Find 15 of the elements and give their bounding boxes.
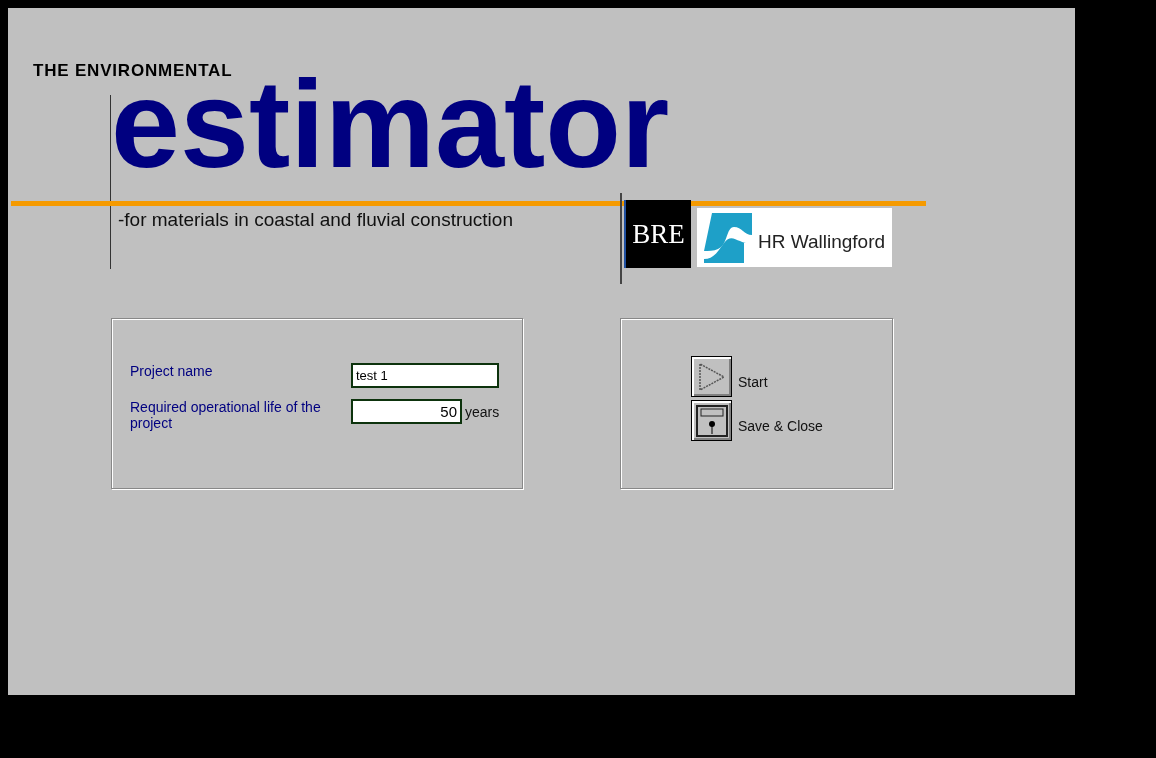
text-field[interactable]: 50 — [351, 399, 462, 424]
field-label: Required operational life of the project — [130, 399, 322, 432]
play-button[interactable] — [691, 356, 732, 397]
button-label: Start — [738, 373, 768, 392]
logo-subtitle: -for materials in coastal and fluvial construction — [118, 208, 513, 232]
bre-logo: BRE — [624, 200, 691, 268]
field-label: Project name — [130, 363, 214, 380]
play-icon — [697, 361, 726, 392]
hr-wallingford-logo: HR Wallingford — [697, 208, 892, 267]
button-label: Save & Close — [738, 417, 823, 436]
unit-label: years — [465, 403, 500, 422]
wave-icon — [704, 212, 752, 263]
logo-overline: THE ENVIRONMENTAL — [33, 63, 233, 79]
text-field[interactable]: test 1 — [351, 363, 499, 388]
save-button[interactable] — [691, 400, 732, 441]
